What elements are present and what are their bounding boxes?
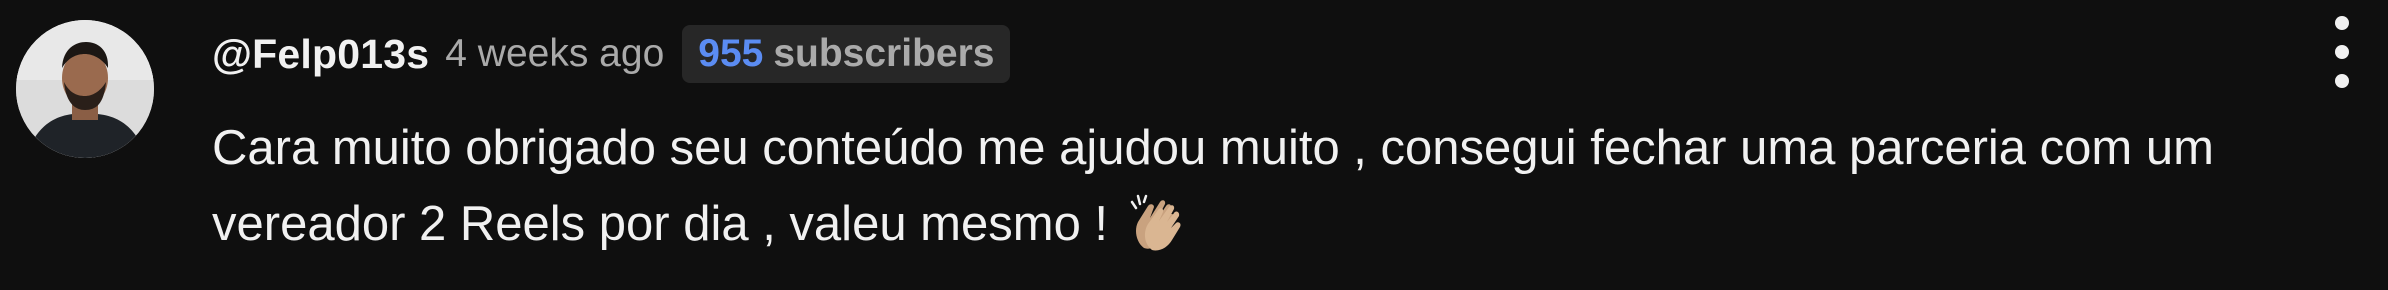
more-actions-dot xyxy=(2335,74,2349,88)
comment-header: @Felp013s 4 weeks ago 955 subscribers xyxy=(212,24,1011,84)
comment-text: Cara muito obrigado seu conteúdo me ajud… xyxy=(212,110,2352,262)
subscriber-badge: 955 subscribers xyxy=(682,25,1011,83)
subscriber-count: 955 xyxy=(698,32,764,75)
comment-text-line-1: Cara muito obrigado seu conteúdo me ajud… xyxy=(212,121,2214,175)
comment-timestamp[interactable]: 4 weeks ago xyxy=(445,32,664,76)
more-actions-dot xyxy=(2335,16,2349,30)
more-actions-button[interactable] xyxy=(2318,16,2366,88)
comment-text-line-2: vereador 2 Reels por dia , valeu mesmo ! xyxy=(212,186,2352,262)
avatar-image xyxy=(16,20,154,158)
comment-item: @Felp013s 4 weeks ago 955 subscribers Ca… xyxy=(0,0,2388,290)
author-name[interactable]: @Felp013s xyxy=(212,31,429,78)
more-actions-dot xyxy=(2335,45,2349,59)
comment-text-line-2-content: vereador 2 Reels por dia , valeu mesmo ! xyxy=(212,197,1122,251)
avatar[interactable] xyxy=(16,20,154,158)
clapping-hands-icon xyxy=(1130,194,1184,274)
subscriber-label: subscribers xyxy=(773,32,995,75)
